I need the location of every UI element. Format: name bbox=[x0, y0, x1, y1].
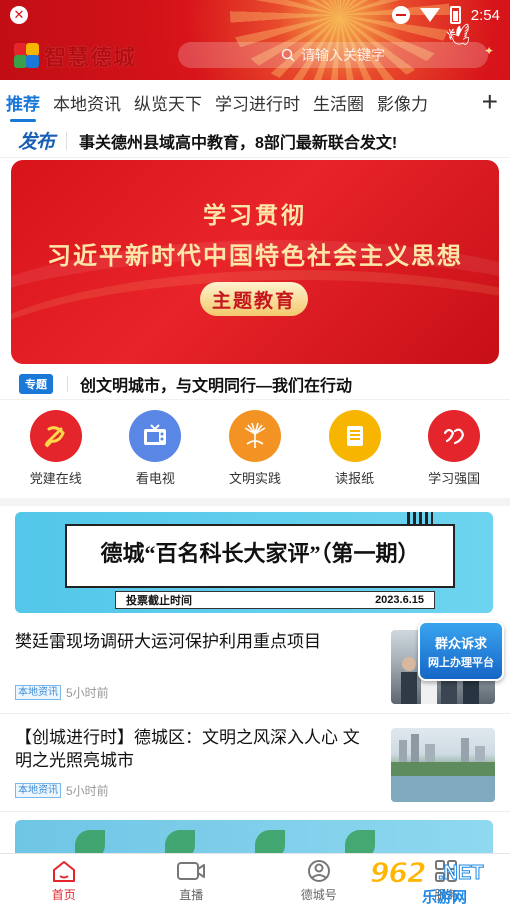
nav-decheng-account[interactable]: 德城号 bbox=[255, 854, 383, 908]
tab-world[interactable]: 纵览天下 bbox=[134, 90, 202, 115]
tab-image[interactable]: 影像力 bbox=[377, 90, 428, 115]
party-emblem-icon bbox=[29, 410, 82, 462]
headline-bar[interactable]: 发布 事关德州县域高中教育，8部门最新联合发文! bbox=[0, 124, 510, 158]
topic-badge: 专题 bbox=[19, 373, 53, 394]
category-tabs: 推荐 本地资讯 纵览天下 学习进行时 生活圈 影像力 + bbox=[0, 82, 510, 122]
quick-link-civilization[interactable]: 文明实践 bbox=[210, 410, 300, 492]
video-camera-icon bbox=[177, 862, 206, 880]
news-title[interactable]: 樊廷雷现场调研大运河保护利用重点项目 bbox=[15, 630, 367, 653]
divider bbox=[67, 375, 68, 392]
quick-link-tv[interactable]: 看电视 bbox=[110, 410, 200, 492]
newspaper-icon bbox=[328, 410, 381, 462]
news-meta: 本地资讯 5小时前 bbox=[15, 684, 109, 701]
add-tab-button[interactable]: + bbox=[482, 88, 498, 116]
petition-platform-button[interactable]: 群众诉求 网上办理平台 bbox=[418, 621, 504, 681]
promo-card: 德城“百名科长大家评”（第一期） bbox=[65, 524, 467, 600]
nav-home[interactable]: 首页 bbox=[0, 854, 128, 908]
nav-label: 首页 bbox=[51, 888, 76, 902]
banner-line-2: 习近平新时代中国特色社会主义思想 bbox=[47, 244, 463, 270]
quick-links: 党建在线 看电视 文明实践 读报纸 学习强国 bbox=[0, 410, 510, 492]
status-time: 2:54 bbox=[470, 6, 500, 24]
quick-link-label: 看电视 bbox=[135, 471, 175, 486]
petition-line-2: 网上办理平台 bbox=[428, 656, 494, 669]
logo-mark-icon bbox=[14, 43, 40, 69]
quick-link-label: 党建在线 bbox=[29, 471, 82, 486]
nav-label: 德城号 bbox=[300, 888, 337, 902]
banner-pill: 主题教育 bbox=[200, 282, 308, 316]
news-time: 5小时前 bbox=[66, 784, 109, 798]
palm-leaf-icon bbox=[228, 410, 281, 462]
promo-title: 德城“百名科长大家评”（第一期） bbox=[100, 541, 420, 566]
promo-deadline-date: 2023.6.15 bbox=[375, 594, 424, 606]
status-bar: ✕ 2:54 bbox=[0, 0, 510, 30]
promo-deadline-label: 投票截止时间 bbox=[126, 595, 192, 607]
petition-line-1: 群众诉求 bbox=[434, 635, 487, 651]
news-title[interactable]: 【创城进行时】德城区：文明之风深入人心 文明之光照亮城市 bbox=[15, 726, 367, 772]
news-item[interactable]: 【创城进行时】德城区：文明之风深入人心 文明之光照亮城市 本地资讯 5小时前 bbox=[0, 718, 510, 812]
wifi-icon bbox=[419, 8, 440, 22]
news-meta: 本地资讯 5小时前 bbox=[15, 782, 109, 799]
nav-label: 直播 bbox=[179, 888, 204, 902]
tab-recommend[interactable]: 推荐 bbox=[6, 90, 40, 122]
news-tag: 本地资讯 bbox=[15, 685, 61, 700]
banner-line-1: 学习贯彻 bbox=[203, 203, 307, 228]
site-watermark: 962 .NET 乐游网 bbox=[369, 856, 508, 907]
xuexi-logo-icon bbox=[428, 410, 481, 462]
news-thumbnail bbox=[391, 728, 495, 802]
quick-link-label: 学习强国 bbox=[428, 471, 481, 486]
watermark-domain: .NET bbox=[438, 862, 485, 885]
tab-local-news[interactable]: 本地资讯 bbox=[53, 90, 121, 115]
quick-link-newspaper[interactable]: 读报纸 bbox=[310, 410, 400, 492]
search-placeholder: 请输入关键字 bbox=[301, 47, 385, 63]
topic-bar[interactable]: 专题 创文明城市，与文明同行—我们在行动 bbox=[0, 368, 510, 400]
promo-banner[interactable]: 德城“百名科长大家评”（第一期） 投票截止时间 2023.6.15 bbox=[15, 512, 493, 613]
news-time: 5小时前 bbox=[66, 686, 109, 700]
search-icon bbox=[281, 48, 295, 62]
quick-link-label: 读报纸 bbox=[335, 471, 375, 486]
app-logo: 智慧德城 bbox=[14, 40, 136, 72]
app-name: 智慧德城 bbox=[44, 45, 137, 70]
divider bbox=[66, 131, 68, 150]
main-banner[interactable]: 学习贯彻 习近平新时代中国特色社会主义思想 主题教育 bbox=[11, 160, 499, 364]
do-not-disturb-icon bbox=[391, 6, 410, 24]
tv-icon bbox=[129, 410, 182, 462]
app-header: ✕ 2:54 🕊 ✦ 智慧德城 请输入关键字 bbox=[0, 0, 510, 80]
tab-life[interactable]: 生活圈 bbox=[313, 90, 364, 115]
battery-icon bbox=[449, 6, 461, 24]
notification-close-icon: ✕ bbox=[10, 6, 28, 24]
nav-live[interactable]: 直播 bbox=[128, 854, 256, 908]
fabu-badge: 发布 bbox=[18, 132, 55, 153]
quick-link-xuexi[interactable]: 学习强国 bbox=[409, 410, 499, 492]
news-tag: 本地资讯 bbox=[15, 783, 61, 798]
user-circle-icon bbox=[307, 860, 330, 882]
home-icon bbox=[52, 861, 75, 882]
watermark-number: 962 bbox=[369, 856, 426, 890]
headline-text[interactable]: 事关德州县域高中教育，8部门最新联合发文! bbox=[79, 129, 397, 153]
quick-link-label: 文明实践 bbox=[228, 471, 281, 486]
search-input[interactable]: 请输入关键字 bbox=[178, 42, 488, 68]
tab-study[interactable]: 学习进行时 bbox=[215, 90, 300, 115]
topic-text[interactable]: 创文明城市，与文明同行—我们在行动 bbox=[80, 372, 352, 396]
section-divider bbox=[0, 498, 510, 506]
quick-link-party[interactable]: 党建在线 bbox=[11, 410, 101, 492]
promo-deadline-bar: 投票截止时间 2023.6.15 bbox=[115, 591, 435, 609]
watermark-text: 乐游网 bbox=[422, 889, 468, 906]
